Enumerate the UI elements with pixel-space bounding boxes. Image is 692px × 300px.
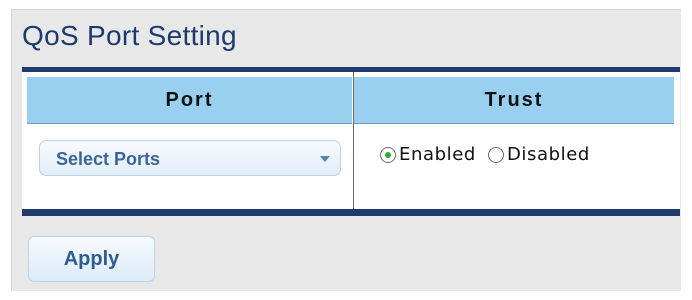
trust-enabled-radio[interactable]: Enabled — [380, 144, 476, 165]
select-ports-label: Select Ports — [56, 149, 161, 169]
radio-checked-icon[interactable] — [380, 146, 396, 163]
trust-enabled-label: Enabled — [399, 144, 476, 165]
radio-unchecked-icon[interactable] — [487, 146, 504, 163]
apply-button[interactable]: Apply — [28, 236, 155, 282]
page-title: QoS Port Setting — [22, 20, 237, 51]
trust-disabled-radio[interactable]: Disabled — [487, 144, 590, 165]
select-ports-dropdown[interactable]: Select Ports — [39, 140, 341, 176]
trust-column-header: Trust — [354, 77, 674, 124]
chevron-down-icon — [320, 156, 330, 162]
trust-radio-group: Enabled Disabled — [380, 144, 590, 165]
qos-port-table: Port Trust Select Ports Enabled Disabled — [22, 67, 680, 216]
port-column-header: Port — [27, 77, 352, 124]
trust-disabled-label: Disabled — [506, 144, 590, 165]
